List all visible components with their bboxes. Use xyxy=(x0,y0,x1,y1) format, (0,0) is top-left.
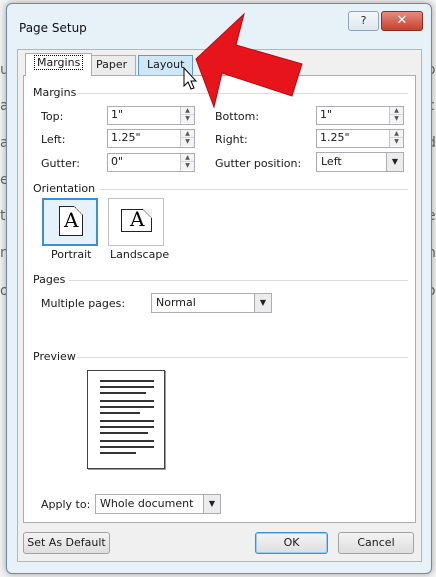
cursor-pointer-shape xyxy=(183,66,198,90)
tab-margins[interactable]: Margins xyxy=(25,53,93,76)
mouse-cursor-icon xyxy=(183,66,198,90)
tab-margins-label: Margins xyxy=(34,55,84,70)
